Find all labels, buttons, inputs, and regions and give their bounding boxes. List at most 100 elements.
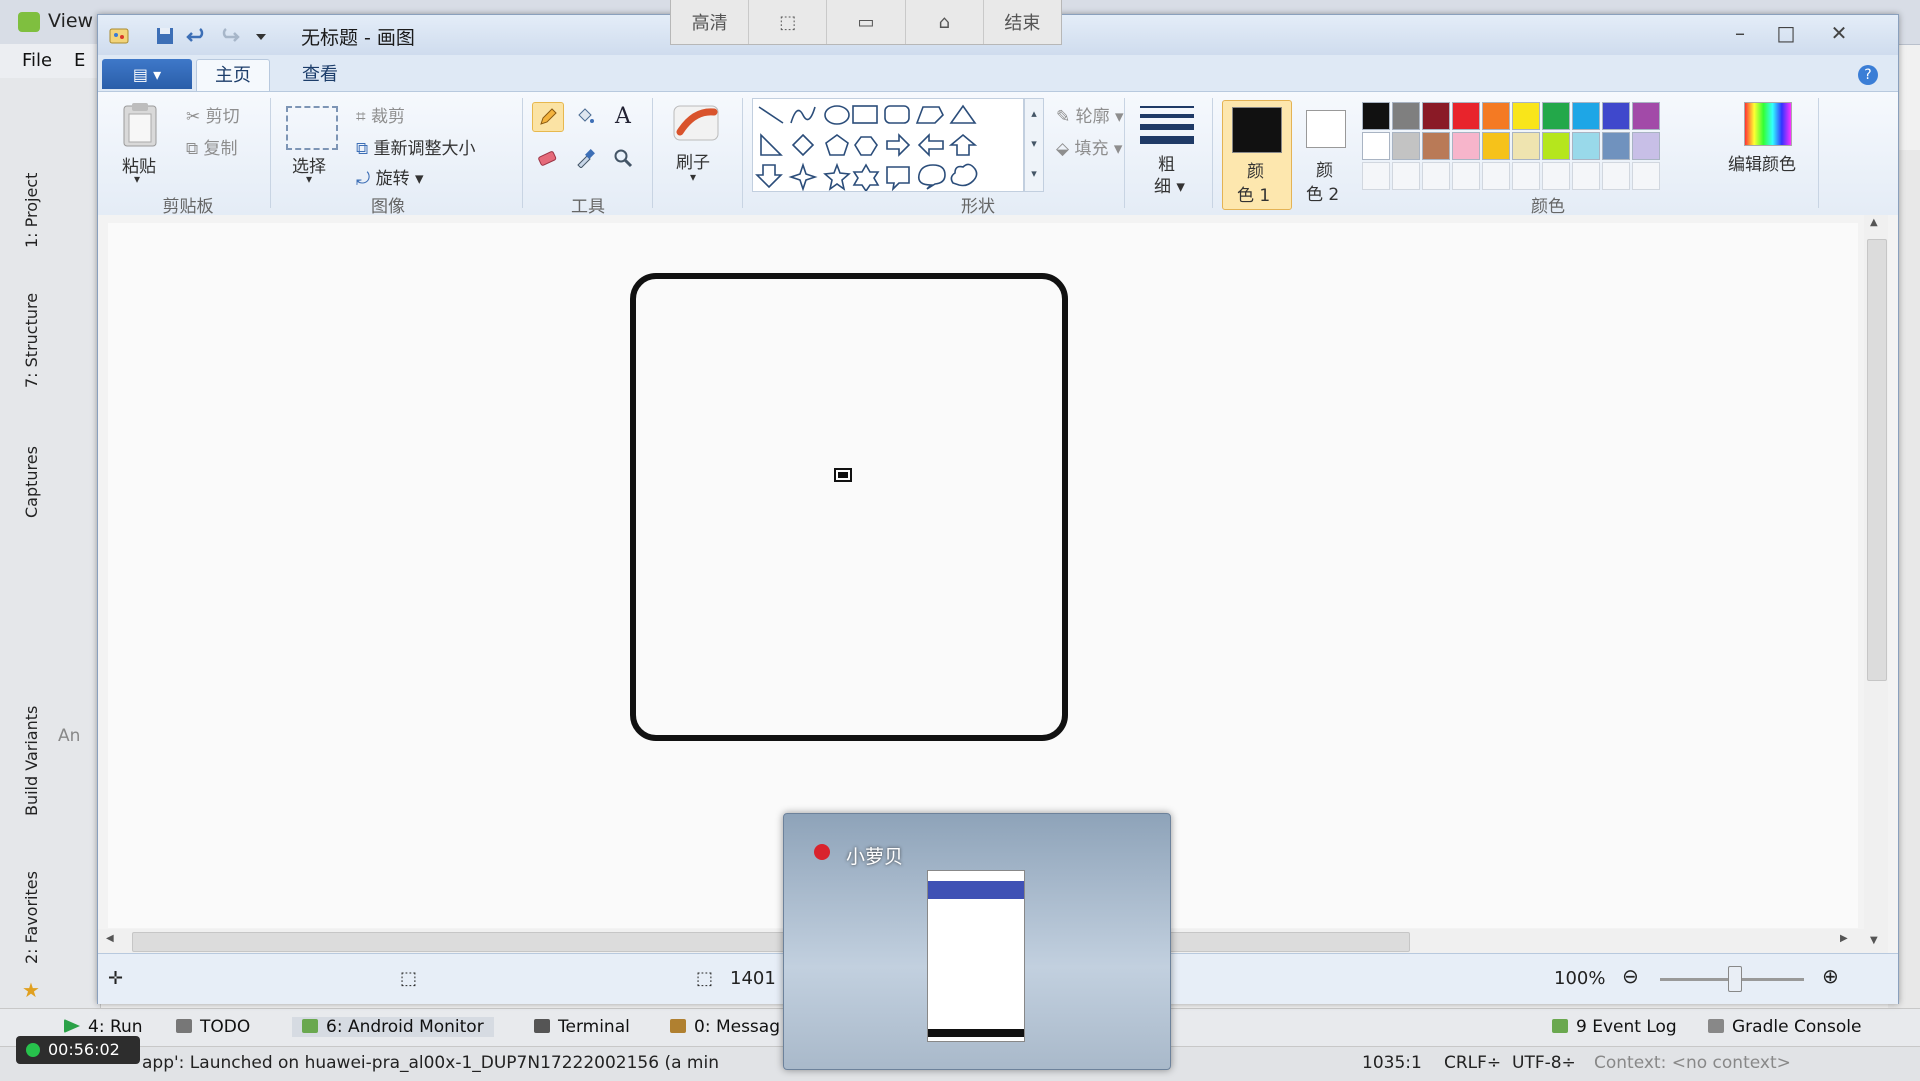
- palette-swatch[interactable]: [1452, 102, 1480, 130]
- zoom-in-icon[interactable]: ⊕: [1822, 964, 1839, 988]
- select-dropdown-icon[interactable]: ▾: [306, 172, 312, 186]
- palette-swatch[interactable]: [1392, 102, 1420, 130]
- recorder-quality-button[interactable]: 高清: [671, 0, 750, 44]
- palette-swatch[interactable]: [1632, 102, 1660, 130]
- brush-icon[interactable]: [670, 100, 722, 149]
- recorder-stop-button[interactable]: 结束: [984, 0, 1061, 44]
- tab-gradle-console[interactable]: Gradle Console: [1708, 1017, 1861, 1037]
- palette-swatch-empty[interactable]: [1392, 162, 1420, 190]
- palette-swatch[interactable]: [1542, 132, 1570, 160]
- horizontal-scroll-thumb[interactable]: [132, 932, 1410, 952]
- caret-position[interactable]: 1035:1: [1362, 1053, 1422, 1073]
- palette-swatch[interactable]: [1512, 102, 1540, 130]
- palette-swatch[interactable]: [1362, 102, 1390, 130]
- help-icon[interactable]: ?: [1858, 65, 1878, 85]
- redo-icon[interactable]: [218, 25, 240, 47]
- window-controls: – □ ✕: [1718, 19, 1868, 47]
- palette-swatch-empty[interactable]: [1632, 162, 1660, 190]
- palette-swatch[interactable]: [1422, 132, 1450, 160]
- rotate-button[interactable]: ⤾ 旋转 ▾: [356, 164, 424, 189]
- tab-event-log[interactable]: 9 Event Log: [1552, 1017, 1677, 1037]
- zoom-slider-thumb[interactable]: [1728, 966, 1742, 992]
- save-icon[interactable]: [154, 25, 176, 47]
- taskbar-preview[interactable]: 小萝贝: [783, 813, 1171, 1070]
- close-button[interactable]: ✕: [1810, 19, 1868, 47]
- size-label-bottom[interactable]: 细 ▾: [1154, 172, 1185, 197]
- scroll-left-icon[interactable]: ◀: [106, 933, 114, 944]
- customize-toolbar-icon[interactable]: [250, 25, 272, 47]
- vertical-scroll-thumb[interactable]: [1867, 239, 1887, 681]
- paste-icon[interactable]: [118, 102, 162, 148]
- color1-button[interactable]: 颜 色 1: [1222, 100, 1292, 210]
- tab-view[interactable]: 查看: [284, 59, 356, 91]
- palette-swatch[interactable]: [1572, 102, 1600, 130]
- palette-swatch[interactable]: [1542, 102, 1570, 130]
- select-icon[interactable]: [286, 106, 338, 150]
- scroll-up-icon[interactable]: ▲: [1870, 217, 1878, 228]
- palette-swatch-empty[interactable]: [1482, 162, 1510, 190]
- palette-swatch[interactable]: [1392, 132, 1420, 160]
- undo-icon[interactable]: [186, 25, 208, 47]
- palette-swatch[interactable]: [1422, 102, 1450, 130]
- tab-run[interactable]: 4: Run: [64, 1017, 143, 1037]
- fill-bucket-icon[interactable]: [570, 102, 600, 130]
- recorder-home-button[interactable]: ⌂: [906, 0, 984, 44]
- scroll-right-icon[interactable]: ▶: [1840, 933, 1848, 944]
- palette-swatch[interactable]: [1602, 102, 1630, 130]
- shapes-gallery-scroll[interactable]: ▴ ▾ ▾: [1024, 98, 1044, 192]
- file-encoding[interactable]: UTF-8÷: [1512, 1053, 1576, 1073]
- recorder-window-button[interactable]: ▭: [827, 0, 906, 44]
- pencil-icon[interactable]: [532, 102, 564, 132]
- tab-captures[interactable]: Captures: [22, 446, 41, 518]
- tab-messages[interactable]: 0: Messag: [670, 1017, 780, 1037]
- menu-file[interactable]: File: [22, 50, 52, 71]
- minimize-button[interactable]: –: [1718, 19, 1762, 47]
- edit-colors-button[interactable]: 编辑颜色: [1728, 150, 1796, 175]
- recorder-region-button[interactable]: ⬚: [749, 0, 828, 44]
- shapes-gallery: [752, 98, 1024, 193]
- tab-structure[interactable]: 7: Structure: [22, 293, 41, 388]
- color2-button[interactable]: 颜 色 2: [1296, 100, 1356, 208]
- tab-build-variants[interactable]: Build Variants: [22, 706, 41, 816]
- magnifier-icon[interactable]: [608, 144, 638, 172]
- palette-swatch-empty[interactable]: [1542, 162, 1570, 190]
- edit-colors-icon[interactable]: [1744, 102, 1792, 146]
- tab-android-monitor[interactable]: 6: Android Monitor: [292, 1017, 494, 1037]
- tab-todo[interactable]: TODO: [176, 1017, 250, 1037]
- palette-swatch[interactable]: [1602, 132, 1630, 160]
- palette-swatch-empty[interactable]: [1452, 162, 1480, 190]
- paste-dropdown-icon[interactable]: ▾: [134, 172, 140, 186]
- scroll-down-icon[interactable]: ▼: [1870, 935, 1878, 946]
- vertical-scrollbar[interactable]: ▲ ▼: [1864, 215, 1888, 953]
- palette-swatch-empty[interactable]: [1422, 162, 1450, 190]
- palette-swatch[interactable]: [1572, 132, 1600, 160]
- palette-swatch-empty[interactable]: [1362, 162, 1390, 190]
- palette-swatch-empty[interactable]: [1512, 162, 1540, 190]
- tab-favorites[interactable]: 2: Favorites: [22, 871, 41, 964]
- tab-home[interactable]: 主页: [196, 59, 270, 92]
- recording-dot-icon: [26, 1043, 40, 1057]
- text-icon[interactable]: A: [608, 102, 638, 130]
- brush-dropdown-icon[interactable]: ▾: [690, 170, 696, 184]
- zoom-out-icon[interactable]: ⊖: [1622, 964, 1639, 988]
- tab-terminal[interactable]: Terminal: [534, 1017, 630, 1037]
- palette-swatch[interactable]: [1512, 132, 1540, 160]
- palette-swatch[interactable]: [1452, 132, 1480, 160]
- maximize-button[interactable]: □: [1764, 19, 1808, 47]
- resize-button[interactable]: ⧉ 重新调整大小: [356, 134, 476, 159]
- line-separator[interactable]: CRLF÷: [1444, 1053, 1501, 1073]
- eraser-icon[interactable]: [532, 144, 562, 172]
- color-picker-icon[interactable]: [570, 144, 600, 172]
- size-icon[interactable]: [1140, 106, 1194, 144]
- palette-swatch[interactable]: [1482, 102, 1510, 130]
- palette-swatch[interactable]: [1482, 132, 1510, 160]
- menu-edit[interactable]: E: [74, 50, 85, 71]
- palette-swatch-empty[interactable]: [1602, 162, 1630, 190]
- palette-swatch-empty[interactable]: [1572, 162, 1600, 190]
- tab-terminal-label: Terminal: [558, 1017, 630, 1037]
- file-menu-button[interactable]: ▤ ▾: [102, 59, 192, 89]
- rectangle-shape-icon: [852, 105, 878, 124]
- tab-project[interactable]: 1: Project: [22, 173, 41, 248]
- palette-swatch[interactable]: [1362, 132, 1390, 160]
- palette-swatch[interactable]: [1632, 132, 1660, 160]
